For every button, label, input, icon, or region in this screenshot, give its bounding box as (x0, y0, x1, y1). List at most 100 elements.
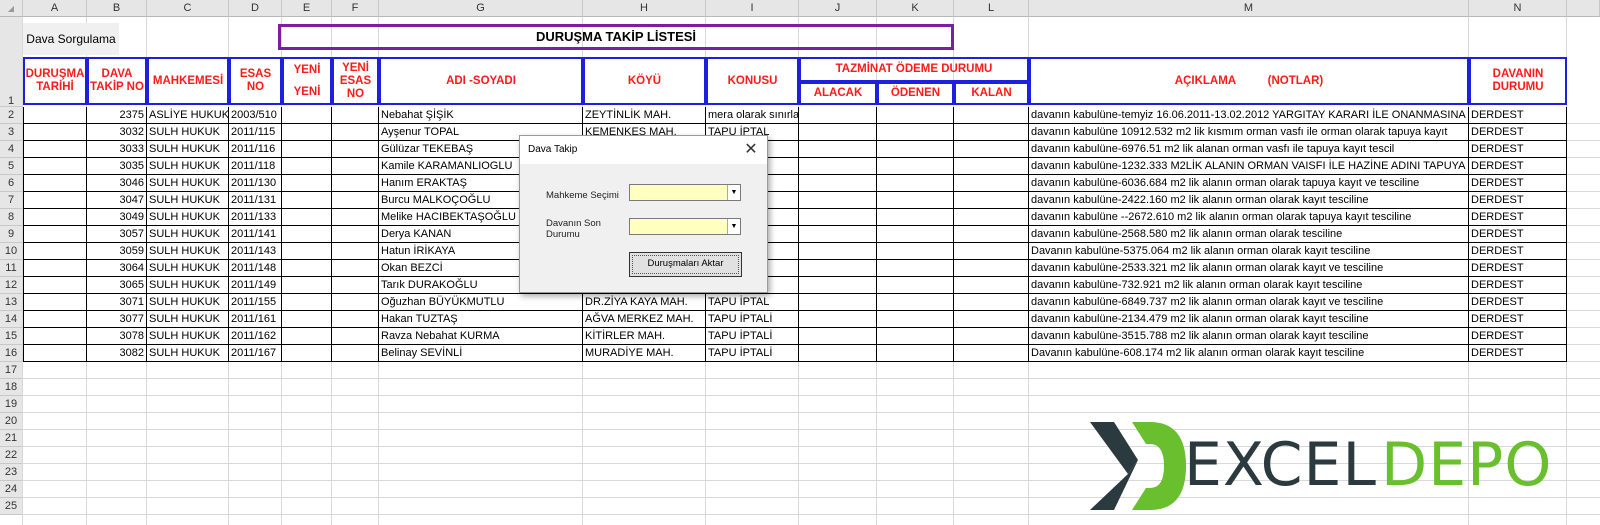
cell-mahkeme[interactable]: SULH HUKUK (147, 226, 229, 243)
cell-durum[interactable]: DERDEST (1469, 294, 1567, 311)
cell-mahkeme[interactable]: SULH HUKUK (147, 260, 229, 277)
cell-takip[interactable]: 3049 (87, 209, 147, 226)
cell-konu[interactable]: TAPU İPTALİ (706, 345, 799, 362)
row-header-5[interactable]: 5 (0, 158, 23, 175)
cell-aciklama[interactable]: davanın kabulüne --2672.610 m2 lik alanı… (1029, 209, 1469, 226)
cell-empty[interactable] (23, 243, 87, 260)
cell-empty[interactable] (799, 192, 877, 209)
cell-ad[interactable]: Ravza Nebahat KURMA (379, 328, 583, 345)
cell-konu[interactable]: mera olarak sınırlandırılmasına (706, 107, 799, 124)
cell-esas[interactable]: 2003/510 (229, 107, 282, 124)
cell-esas[interactable]: 2011/143 (229, 243, 282, 260)
cell-empty[interactable] (332, 243, 379, 260)
cell-mahkeme[interactable]: ASLİYE HUKUK (147, 107, 229, 124)
cell-takip[interactable]: 3065 (87, 277, 147, 294)
cell-empty[interactable] (282, 192, 332, 209)
dialog-title-bar[interactable]: Dava Takip ✕ (520, 136, 767, 164)
row-header-16[interactable]: 16 (0, 345, 23, 362)
close-icon[interactable]: ✕ (741, 140, 761, 160)
column-header-d[interactable]: D (229, 0, 282, 17)
cell-empty[interactable] (954, 311, 1029, 328)
cell-mahkeme[interactable]: SULH HUKUK (147, 124, 229, 141)
cell-esas[interactable]: 2011/133 (229, 209, 282, 226)
cell-ad[interactable]: Hakan TUZTAŞ (379, 311, 583, 328)
cell-takip[interactable]: 3071 (87, 294, 147, 311)
row-header-18[interactable]: 18 (0, 379, 23, 396)
cell-empty[interactable] (877, 124, 954, 141)
cell-empty[interactable] (877, 107, 954, 124)
cell-empty[interactable] (282, 107, 332, 124)
cell-durum[interactable]: DERDEST (1469, 260, 1567, 277)
cell-esas[interactable]: 2011/131 (229, 192, 282, 209)
cell-empty[interactable] (954, 345, 1029, 362)
cell-empty[interactable] (877, 345, 954, 362)
cell-durum[interactable]: DERDEST (1469, 158, 1567, 175)
cell-empty[interactable] (877, 243, 954, 260)
cell-empty[interactable] (282, 141, 332, 158)
cell-empty[interactable] (23, 175, 87, 192)
cell-empty[interactable] (332, 328, 379, 345)
column-header-n[interactable]: N (1469, 0, 1567, 17)
cell-takip[interactable]: 2375 (87, 107, 147, 124)
cell-esas[interactable]: 2011/162 (229, 328, 282, 345)
cell-empty[interactable] (877, 158, 954, 175)
cell-esas[interactable]: 2011/141 (229, 226, 282, 243)
cell-aciklama[interactable]: davanın kabulüne-1232.333 M2LİK ALANIN O… (1029, 158, 1469, 175)
cell-mahkeme[interactable]: SULH HUKUK (147, 243, 229, 260)
cell-empty[interactable] (799, 124, 877, 141)
cell-empty[interactable] (332, 175, 379, 192)
row-header-21[interactable]: 21 (0, 430, 23, 447)
cell-empty[interactable] (282, 243, 332, 260)
cell-esas[interactable]: 2011/118 (229, 158, 282, 175)
cell-ad[interactable]: Nebahat ŞİŞİK (379, 107, 583, 124)
cell-empty[interactable] (23, 124, 87, 141)
cell-empty[interactable] (332, 345, 379, 362)
row-header-8[interactable]: 8 (0, 209, 23, 226)
cell-empty[interactable] (282, 175, 332, 192)
cell-mahkeme[interactable]: SULH HUKUK (147, 158, 229, 175)
row-header-1[interactable]: 1 (0, 17, 23, 107)
cell-esas[interactable]: 2011/155 (229, 294, 282, 311)
cell-empty[interactable] (954, 192, 1029, 209)
cell-empty[interactable] (332, 124, 379, 141)
cell-aciklama[interactable]: davanın kabulüne-2134.479 m2 lik alanın … (1029, 311, 1469, 328)
column-header-a[interactable]: A (23, 0, 87, 17)
cell-esas[interactable]: 2011/148 (229, 260, 282, 277)
cell-empty[interactable] (799, 311, 877, 328)
row-header-23[interactable]: 23 (0, 464, 23, 481)
dropdown-arrow-icon[interactable]: ▼ (727, 185, 740, 200)
row-header-20[interactable]: 20 (0, 413, 23, 430)
cell-durum[interactable]: DERDEST (1469, 277, 1567, 294)
cell-mahkeme[interactable]: SULH HUKUK (147, 141, 229, 158)
cell-empty[interactable] (877, 175, 954, 192)
cell-empty[interactable] (332, 158, 379, 175)
cell-empty[interactable] (282, 294, 332, 311)
mahkeme-secimi-combobox[interactable]: ▼ (629, 184, 741, 201)
cell-empty[interactable] (799, 141, 877, 158)
cell-durum[interactable]: DERDEST (1469, 209, 1567, 226)
cell-empty[interactable] (23, 209, 87, 226)
cell-empty[interactable] (23, 141, 87, 158)
cell-mahkeme[interactable]: SULH HUKUK (147, 328, 229, 345)
cell-empty[interactable] (954, 141, 1029, 158)
cell-empty[interactable] (799, 243, 877, 260)
cell-empty[interactable] (282, 124, 332, 141)
cell-empty[interactable] (23, 328, 87, 345)
cell-empty[interactable] (23, 345, 87, 362)
column-header-i[interactable]: I (706, 0, 799, 17)
column-header-h[interactable]: H (583, 0, 706, 17)
cell-koy[interactable]: ZEYTİNLİK MAH. (583, 107, 706, 124)
cell-aciklama[interactable]: davanın kabulüne-6036.684 m2 lik alanın … (1029, 175, 1469, 192)
cell-mahkeme[interactable]: SULH HUKUK (147, 277, 229, 294)
cell-mahkeme[interactable]: SULH HUKUK (147, 192, 229, 209)
cell-empty[interactable] (282, 260, 332, 277)
cell-empty[interactable] (799, 226, 877, 243)
cell-ad[interactable]: Oğuzhan BÜYÜKMUTLU (379, 294, 583, 311)
cell-empty[interactable] (799, 260, 877, 277)
cell-durum[interactable]: DERDEST (1469, 175, 1567, 192)
cell-empty[interactable] (877, 226, 954, 243)
cell-aciklama[interactable]: Davanın kabulüne-608.174 m2 lik alanın o… (1029, 345, 1469, 362)
cell-empty[interactable] (282, 328, 332, 345)
cell-takip[interactable]: 3082 (87, 345, 147, 362)
cell-takip[interactable]: 3077 (87, 311, 147, 328)
